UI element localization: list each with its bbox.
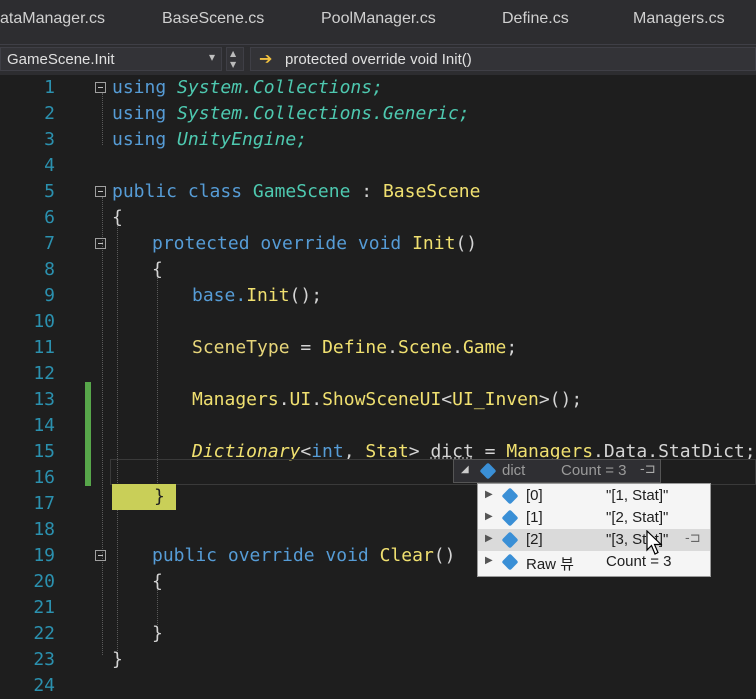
code-line: using UnityEngine; bbox=[112, 129, 308, 150]
line-number: 24 bbox=[33, 675, 55, 696]
datatip-row-raw-view[interactable]: ▶ Raw 뷰 Count = 3 bbox=[478, 551, 710, 573]
expand-arrow-icon[interactable]: ▶ bbox=[485, 533, 493, 544]
code-line: using System.Collections; bbox=[112, 77, 383, 98]
chevron-up-icon: ▲ bbox=[230, 49, 237, 58]
line-number: 3 bbox=[44, 129, 55, 150]
tab-datamanager[interactable]: ataManager.cs bbox=[0, 10, 105, 28]
line-number: 6 bbox=[44, 207, 55, 228]
code-editor[interactable]: 1 using System.Collections; 2 using Syst… bbox=[0, 75, 756, 696]
expand-arrow-icon[interactable]: ▶ bbox=[485, 555, 493, 566]
code-line: Managers.UI.ShowSceneUI<UI_Inven>(); bbox=[192, 389, 583, 410]
arrow-right-icon: ➔ bbox=[259, 49, 273, 68]
code-line: } bbox=[152, 623, 163, 644]
line-number: 18 bbox=[33, 519, 55, 540]
line-number: 14 bbox=[33, 415, 55, 436]
split-spinner[interactable]: ▲ ▼ bbox=[226, 47, 244, 71]
code-line: public class GameScene : BaseScene bbox=[112, 181, 481, 202]
collapse-toggle[interactable] bbox=[95, 82, 106, 93]
pin-icon[interactable]: -⊐ bbox=[640, 462, 656, 477]
variable-icon bbox=[501, 531, 519, 549]
document-tab-bar: ataManager.cs BaseScene.cs PoolManager.c… bbox=[0, 0, 756, 44]
collapse-toggle[interactable] bbox=[95, 238, 106, 249]
tab-managers[interactable]: Managers.cs bbox=[633, 10, 725, 28]
line-number: 13 bbox=[33, 389, 55, 410]
method-dropdown-label: protected override void Init() bbox=[285, 51, 472, 68]
variable-icon bbox=[501, 487, 519, 505]
line-number: 11 bbox=[33, 337, 55, 358]
line-number: 15 bbox=[33, 441, 55, 462]
expand-triangle-icon[interactable]: ◢ bbox=[461, 464, 469, 475]
collapse-toggle[interactable] bbox=[95, 186, 106, 197]
member-dropdown[interactable]: GameScene.Init ▾ bbox=[0, 47, 222, 71]
member-dropdown-label: GameScene.Init bbox=[7, 51, 115, 68]
line-number: 20 bbox=[33, 571, 55, 592]
code-line: protected override void Init() bbox=[152, 233, 478, 254]
expand-arrow-icon[interactable]: ▶ bbox=[485, 511, 493, 522]
line-number: 2 bbox=[44, 103, 55, 124]
line-number: 23 bbox=[33, 649, 55, 670]
datatip-count: Count = 3 bbox=[561, 462, 627, 479]
chevron-down-icon: ▼ bbox=[230, 60, 237, 69]
line-number: 4 bbox=[44, 155, 55, 176]
collapse-toggle[interactable] bbox=[95, 550, 106, 561]
navigation-bar: GameScene.Init ▾ ▲ ▼ ➔ protected overrid… bbox=[0, 44, 756, 76]
raw-view-icon bbox=[501, 553, 519, 571]
line-number: 22 bbox=[33, 623, 55, 644]
line-number: 5 bbox=[44, 181, 55, 202]
pin-icon[interactable]: -⊐ bbox=[685, 531, 701, 546]
expand-arrow-icon[interactable]: ▶ bbox=[485, 489, 493, 500]
brace-match-highlight: } bbox=[112, 484, 176, 510]
tab-define[interactable]: Define.cs bbox=[502, 10, 569, 28]
line-number: 10 bbox=[33, 311, 55, 332]
code-line: using System.Collections.Generic; bbox=[112, 103, 470, 124]
line-number: 12 bbox=[33, 363, 55, 384]
code-line: } bbox=[112, 649, 123, 670]
line-number: 8 bbox=[44, 259, 55, 280]
chevron-down-icon: ▾ bbox=[208, 50, 215, 64]
code-line: base.Init(); bbox=[192, 285, 323, 306]
datatip-header[interactable]: ◢ dict Count = 3 -⊐ bbox=[453, 459, 661, 483]
variable-icon bbox=[501, 509, 519, 527]
code-line: SceneType = Define.Scene.Game; bbox=[192, 337, 518, 358]
line-number: 21 bbox=[33, 597, 55, 618]
code-line: { bbox=[152, 259, 163, 280]
variable-icon bbox=[479, 462, 497, 480]
tab-poolmanager[interactable]: PoolManager.cs bbox=[321, 10, 436, 28]
line-number: 16 bbox=[33, 467, 55, 488]
datatip-variable-name: dict bbox=[502, 462, 526, 479]
line-number: 17 bbox=[33, 493, 55, 514]
datatip-expanded: ▶ [0] "[1, Stat]" ▶ [1] "[2, Stat]" ▶ [2… bbox=[477, 483, 711, 577]
code-line: public override void Clear() bbox=[152, 545, 456, 566]
line-number: 9 bbox=[44, 285, 55, 306]
line-number: 1 bbox=[44, 77, 55, 98]
datatip-row[interactable]: ▶ [2] "[3, Stat]" -⊐ bbox=[478, 529, 710, 551]
datatip-row[interactable]: ▶ [0] "[1, Stat]" bbox=[478, 485, 710, 507]
tab-basescene[interactable]: BaseScene.cs bbox=[162, 10, 264, 28]
mouse-cursor-icon bbox=[646, 530, 663, 555]
code-line: { bbox=[152, 571, 163, 592]
datatip-row[interactable]: ▶ [1] "[2, Stat]" bbox=[478, 507, 710, 529]
method-dropdown[interactable]: ➔ protected override void Init() bbox=[250, 47, 756, 71]
line-number: 7 bbox=[44, 233, 55, 254]
code-line: { bbox=[112, 207, 123, 228]
line-number: 19 bbox=[33, 545, 55, 566]
